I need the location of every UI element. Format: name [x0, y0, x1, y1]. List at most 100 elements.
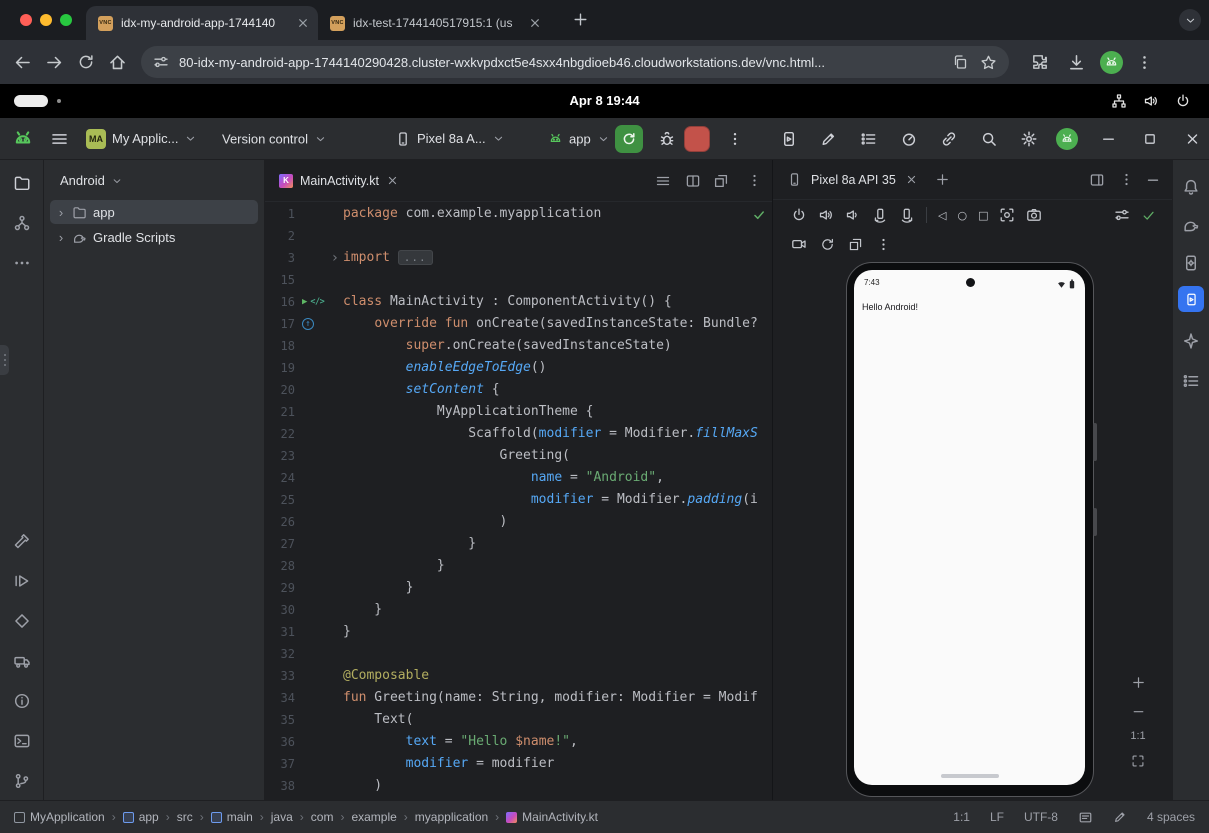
code-line[interactable]: 34fun Greeting(name: String, modifier: M…: [265, 687, 772, 709]
device-tab-label[interactable]: Pixel 8a API 35: [811, 173, 896, 187]
version-control-icon[interactable]: [13, 772, 31, 790]
line-number[interactable]: 36: [265, 731, 295, 753]
line-number[interactable]: 23: [265, 445, 295, 467]
problems-icon[interactable]: [13, 692, 31, 710]
device-manager-icon[interactable]: [1182, 254, 1200, 272]
code-line[interactable]: 1package com.example.myapplication: [265, 203, 772, 225]
build-variants-icon[interactable]: [13, 612, 31, 630]
ui-settings-icon[interactable]: [1114, 207, 1130, 223]
code-line[interactable]: 20 setContent {: [265, 379, 772, 401]
line-number[interactable]: 28: [265, 555, 295, 577]
stop-button[interactable]: [684, 126, 710, 152]
code-line[interactable]: 33@Composable: [265, 665, 772, 687]
panel-more-icon[interactable]: [1119, 172, 1134, 187]
vcs-widget[interactable]: Version control: [222, 131, 327, 146]
toolbar-more-icon[interactable]: [727, 131, 743, 147]
breadcrumb-item[interactable]: java: [271, 810, 293, 824]
stripe-drag-handle[interactable]: [0, 345, 9, 375]
line-number[interactable]: 27: [265, 533, 295, 555]
breadcrumb-item[interactable]: com: [311, 810, 334, 824]
build-icon[interactable]: [13, 532, 31, 550]
code-line[interactable]: 3›import ...: [265, 247, 772, 269]
line-number[interactable]: 25: [265, 489, 295, 511]
power-icon[interactable]: [1175, 93, 1191, 109]
code-line[interactable]: 18 super.onCreate(savedInstanceState): [265, 335, 772, 357]
caret-position[interactable]: 1:1: [953, 810, 970, 824]
code-line[interactable]: 16▶</>class MainActivity : ComponentActi…: [265, 291, 772, 313]
back-icon[interactable]: [13, 53, 32, 72]
macos-close-button[interactable]: [20, 14, 32, 26]
line-number[interactable]: 2: [265, 225, 295, 247]
project-view-selector[interactable]: Android: [44, 160, 264, 188]
code-line[interactable]: 2: [265, 225, 772, 247]
zoom-reset-button[interactable]: 1:1: [1125, 730, 1151, 742]
insights-icon[interactable]: [940, 130, 958, 148]
tab-close-icon[interactable]: [296, 16, 310, 30]
code-line[interactable]: 17↑ override fun onCreate(savedInstanceS…: [265, 313, 772, 335]
window-minimize-icon[interactable]: [1100, 130, 1117, 147]
notifications-icon[interactable]: [1182, 178, 1200, 196]
line-number[interactable]: 38: [265, 775, 295, 797]
tree-item-app[interactable]: › app: [50, 200, 258, 224]
tab-search-button[interactable]: [1179, 9, 1201, 31]
line-number[interactable]: 29: [265, 577, 295, 599]
device-more-icon[interactable]: [876, 237, 891, 252]
detach-editor-icon[interactable]: [713, 173, 729, 189]
editor-list-icon[interactable]: [655, 173, 671, 189]
rotate-left-icon[interactable]: [872, 207, 888, 223]
site-settings-icon[interactable]: [153, 54, 169, 70]
code-line[interactable]: 23 Greeting(: [265, 445, 772, 467]
url-text[interactable]: 80-idx-my-android-app-1744140290428.clus…: [179, 55, 940, 70]
volume-icon[interactable]: [1143, 93, 1159, 109]
main-menu-icon[interactable]: [50, 129, 69, 148]
line-number[interactable]: 22: [265, 423, 295, 445]
breadcrumb-item[interactable]: MyApplication: [14, 810, 105, 824]
window-maximize-icon[interactable]: [1142, 131, 1158, 147]
code-line[interactable]: 25 modifier = Modifier.padding(i: [265, 489, 772, 511]
line-number[interactable]: 20: [265, 379, 295, 401]
expand-chevron-icon[interactable]: ›: [56, 205, 66, 220]
line-number[interactable]: 17: [265, 313, 295, 335]
project-tool-icon[interactable]: [13, 174, 31, 192]
edit-icon[interactable]: [820, 130, 837, 147]
reload-icon[interactable]: [77, 53, 95, 71]
code-line[interactable]: 28 }: [265, 555, 772, 577]
breadcrumb-item[interactable]: example: [351, 810, 396, 824]
terminal-icon[interactable]: [13, 732, 31, 750]
override-gutter-icon[interactable]: ↑: [302, 318, 314, 330]
forward-icon[interactable]: [45, 53, 64, 72]
android-home-icon[interactable]: ○: [957, 209, 967, 222]
code-lines[interactable]: 1package com.example.myapplication23›imp…: [265, 203, 772, 797]
tab-close-icon[interactable]: [905, 173, 918, 186]
line-number[interactable]: 35: [265, 709, 295, 731]
line-number[interactable]: 30: [265, 599, 295, 621]
encoding[interactable]: UTF-8: [1024, 810, 1058, 824]
code-line[interactable]: 24 name = "Android",: [265, 467, 772, 489]
home-icon[interactable]: [108, 53, 127, 72]
extensions-icon[interactable]: [1031, 53, 1049, 71]
more-tool-windows-icon[interactable]: [13, 254, 31, 272]
line-number[interactable]: 3: [265, 247, 295, 269]
browser-tab[interactable]: VNC idx-test-1744140517915:1 (us: [318, 6, 550, 40]
tab-close-icon[interactable]: [386, 174, 399, 187]
network-tree-icon[interactable]: [1111, 93, 1127, 109]
code-line[interactable]: 22 Scaffold(modifier = Modifier.fillMaxS: [265, 423, 772, 445]
run-config-selector[interactable]: app: [548, 131, 610, 146]
emulator-screen[interactable]: 7:43 Hello Android!: [854, 270, 1085, 785]
code-line[interactable]: 35 Text(: [265, 709, 772, 731]
downloads-icon[interactable]: [1067, 53, 1086, 72]
new-tab-icon[interactable]: [572, 11, 589, 28]
line-number[interactable]: 26: [265, 511, 295, 533]
expand-chevron-icon[interactable]: ›: [56, 230, 66, 245]
breadcrumb-item[interactable]: myapplication: [415, 810, 488, 824]
debug-icon[interactable]: [658, 130, 676, 148]
profiler-icon[interactable]: [900, 130, 918, 148]
browser-tab-active[interactable]: VNC idx-my-android-app-1744140: [86, 6, 318, 40]
line-number[interactable]: 33: [265, 665, 295, 687]
rotate-right-icon[interactable]: [899, 207, 915, 223]
structure-icon[interactable]: [1182, 372, 1200, 390]
hide-panel-icon[interactable]: [1145, 172, 1161, 188]
running-devices-tool-icon[interactable]: [1178, 286, 1204, 312]
code-line[interactable]: 30 }: [265, 599, 772, 621]
code-line[interactable]: 31}: [265, 621, 772, 643]
